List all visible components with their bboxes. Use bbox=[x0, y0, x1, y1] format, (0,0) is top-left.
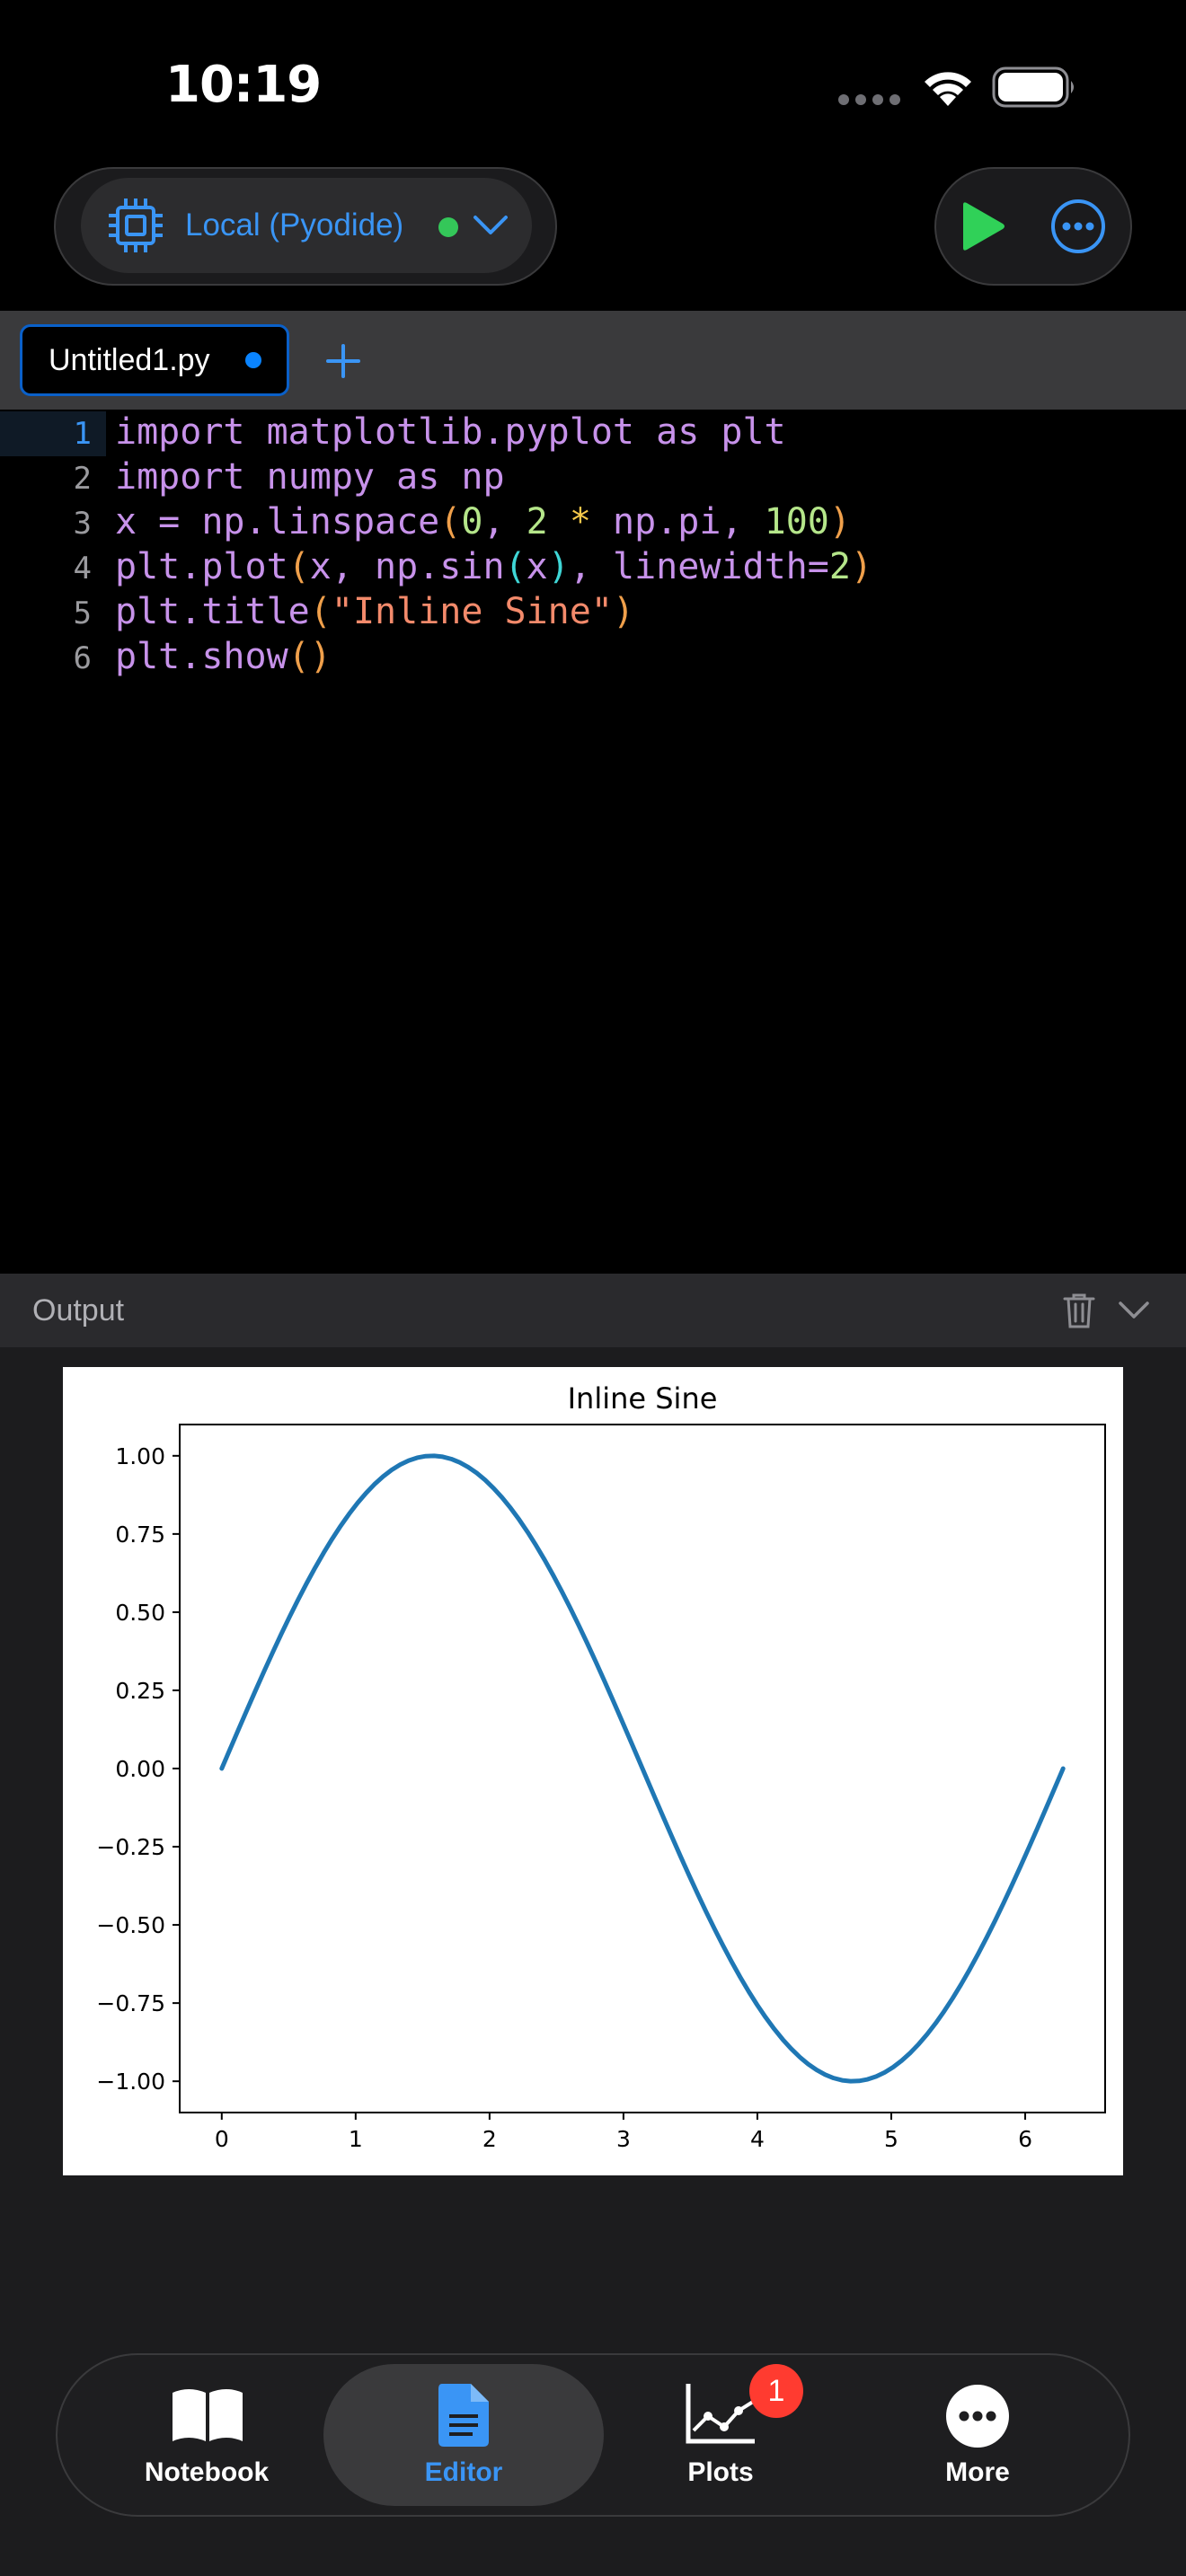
x-tick-label: 3 bbox=[616, 2126, 631, 2152]
cellular-signal-icon bbox=[838, 94, 900, 105]
y-tick-label: 0.75 bbox=[115, 1522, 165, 1548]
y-tick-label: −0.50 bbox=[96, 1912, 165, 1938]
line-number: 4 bbox=[73, 551, 92, 587]
kernel-label: Local (Pyodide) bbox=[185, 207, 404, 243]
kernel-status-dot bbox=[438, 217, 458, 237]
plots-badge: 1 bbox=[749, 2364, 803, 2418]
plot-image: Inline Sine 0 1 2 3 4 5 6 1.00 0.75 0.50 0.25 0.00 −0… bbox=[63, 1367, 1123, 2175]
sine-chart: Inline Sine 0 1 2 3 4 5 6 1.00 0.75 0.50 0.25 0.00 −0… bbox=[96, 1381, 1106, 2152]
x-tick-label: 6 bbox=[1018, 2126, 1032, 2152]
x-tick-label: 1 bbox=[349, 2126, 363, 2152]
series-line bbox=[219, 1453, 1066, 2084]
x-tick-label: 2 bbox=[482, 2126, 497, 2152]
nav-label-more: More bbox=[945, 2457, 1010, 2487]
line-number: 6 bbox=[73, 640, 92, 676]
x-tick-label: 4 bbox=[750, 2126, 765, 2152]
code-line[interactable]: plt.title("Inline Sine") bbox=[115, 591, 634, 632]
line-number: 5 bbox=[73, 595, 92, 631]
chevron-down-icon[interactable] bbox=[473, 214, 509, 237]
x-tick-label: 0 bbox=[215, 2126, 229, 2152]
output-header bbox=[0, 1274, 1186, 1347]
ellipsis-icon bbox=[946, 2385, 1009, 2448]
y-tick-label: 0.00 bbox=[115, 1756, 165, 1782]
y-tick-label: −1.00 bbox=[96, 2069, 165, 2095]
play-icon[interactable] bbox=[956, 201, 1006, 251]
unsaved-indicator bbox=[245, 352, 261, 368]
collapse-chevron-icon[interactable] bbox=[1118, 1301, 1150, 1320]
nav-label-plots: Plots bbox=[687, 2457, 754, 2487]
y-tick-label: 1.00 bbox=[115, 1443, 165, 1469]
code-line[interactable]: x = np.linspace(0, 2 * np.pi, 100) bbox=[115, 501, 851, 543]
chart-title: Inline Sine bbox=[568, 1381, 718, 1416]
line-number: 3 bbox=[73, 506, 92, 542]
battery-icon bbox=[992, 66, 1074, 108]
tab-label: Untitled1.py bbox=[49, 343, 210, 377]
output-label: Output bbox=[32, 1293, 125, 1328]
code-line[interactable]: import matplotlib.pyplot as plt bbox=[115, 411, 786, 453]
document-icon bbox=[438, 2384, 489, 2447]
nav-label-notebook: Notebook bbox=[144, 2457, 270, 2487]
status-time: 10:19 bbox=[165, 56, 322, 114]
chart-icon bbox=[686, 2384, 755, 2444]
y-tick-label: 0.50 bbox=[115, 1600, 165, 1626]
y-tick-label: −0.75 bbox=[96, 1990, 165, 2016]
wifi-icon bbox=[925, 72, 971, 106]
x-tick-label: 5 bbox=[884, 2126, 898, 2152]
line-number: 2 bbox=[73, 461, 92, 497]
cpu-chip-icon bbox=[109, 198, 163, 252]
ellipsis-circle-icon[interactable] bbox=[1049, 198, 1107, 255]
line-number: 1 bbox=[73, 416, 92, 452]
book-icon bbox=[173, 2389, 243, 2441]
y-tick-label: 0.25 bbox=[115, 1678, 165, 1704]
plus-icon[interactable] bbox=[325, 343, 361, 379]
trash-icon[interactable] bbox=[1062, 1292, 1096, 1329]
code-line[interactable]: plt.plot(x, np.sin(x), linewidth=2) bbox=[115, 546, 872, 587]
y-tick-label: −0.25 bbox=[96, 1834, 165, 1860]
code-line[interactable]: plt.show() bbox=[115, 636, 332, 677]
code-line[interactable]: import numpy as np bbox=[115, 456, 505, 498]
nav-label-editor: Editor bbox=[424, 2457, 503, 2487]
